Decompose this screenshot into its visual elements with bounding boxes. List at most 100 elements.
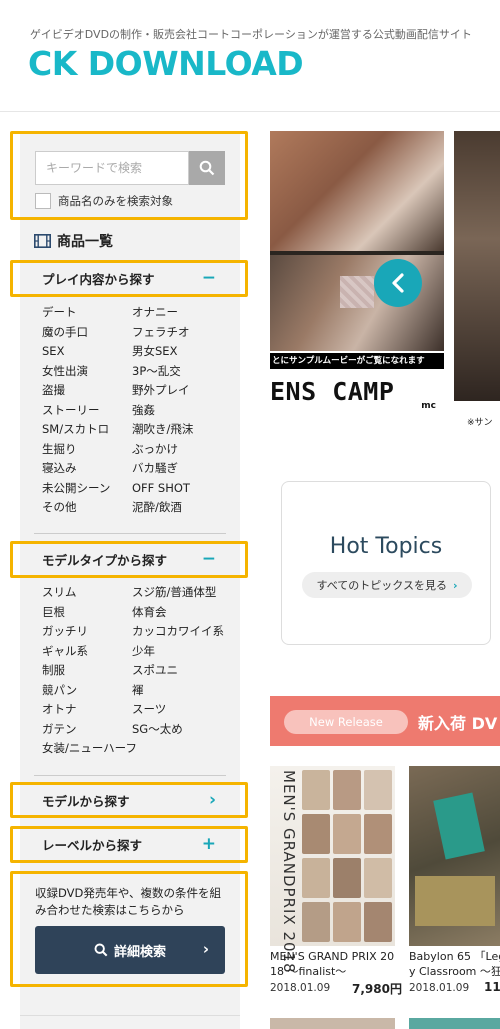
new-release-title: 新入荷 DV (418, 714, 498, 733)
slide-photo (454, 131, 500, 401)
category-link[interactable]: 男女SEX (132, 342, 232, 362)
category-link[interactable]: 未公開シーン (42, 479, 132, 499)
category-link[interactable]: スリム (42, 583, 132, 603)
category-link[interactable]: 体育会 (132, 603, 232, 623)
category-link[interactable]: その他 (42, 498, 132, 518)
slide-strip-text: とにサンプルムービーがご覧になれます (270, 353, 444, 369)
product-cover-2[interactable] (409, 766, 500, 946)
category-link[interactable]: 盗撮 (42, 381, 132, 401)
product-price-1: 7,980円 (352, 982, 402, 996)
category-link[interactable]: 野外プレイ (132, 381, 232, 401)
product-cover-title: MEN'S GRANDPRIX 2018 (280, 770, 298, 974)
category-link[interactable]: ガテン (42, 720, 132, 740)
search-icon (94, 943, 108, 957)
category-link[interactable]: OFF SHOT (132, 479, 232, 499)
model-thumbnail (302, 814, 330, 854)
category-link[interactable]: 寝込み (42, 459, 132, 479)
category-link[interactable]: 泥酔/飲酒 (132, 498, 232, 518)
chevron-right-icon: › (208, 790, 216, 810)
model-thumbnail (364, 814, 392, 854)
name-only-checkbox-label: 商品名のみを検索対象 (58, 194, 173, 208)
model-thumbnail (302, 902, 330, 942)
chevron-right-icon: › (202, 940, 209, 958)
category-link[interactable]: 魔の手口 (42, 323, 132, 343)
category-link[interactable]: スーツ (132, 700, 232, 720)
category-link[interactable]: ギャル系 (42, 642, 132, 662)
category-link[interactable]: オナニー (132, 303, 232, 323)
model-type-section-label: モデルタイプから探す (42, 552, 168, 568)
new-release-badge: New Release (284, 710, 408, 734)
slider-prev-button[interactable] (374, 259, 422, 307)
slider-slide-next[interactable] (454, 131, 500, 431)
play-section-toggle[interactable]: プレイ内容から探す − (20, 264, 240, 292)
section-divider (34, 533, 226, 534)
play-category-list: デート オナニー 魔の手口 フェラチオ SEX 男女SEX 女性出演 3P〜乱交 盗撮 野外プレイ… (42, 303, 232, 518)
category-link[interactable]: ぶっかけ (132, 440, 232, 460)
category-link[interactable]: 女性出演 (42, 362, 132, 382)
category-link[interactable]: バカ騒ぎ (132, 459, 232, 479)
category-link[interactable]: フェラチオ (132, 323, 232, 343)
detail-search-button[interactable]: 詳細検索 › (35, 926, 225, 974)
category-link[interactable]: 3P〜乱交 (132, 362, 232, 382)
category-link[interactable]: SEX (42, 342, 132, 362)
category-link[interactable]: 女装/ニューハーフ (42, 739, 137, 759)
product-name-1[interactable]: MEN'S GRAND PRIX 20 18 〜finalist〜 (270, 949, 394, 979)
name-only-checkbox-row[interactable]: 商品名のみを検索対象 (35, 193, 173, 209)
detail-search-label: 詳細検索 (113, 944, 166, 960)
model-thumbnail (333, 770, 361, 810)
label-section-toggle[interactable]: レーベルから探す + (20, 830, 240, 858)
search-input[interactable]: キーワードで検索 (35, 151, 189, 185)
category-link[interactable]: 制服 (42, 661, 132, 681)
name-only-checkbox[interactable] (35, 193, 51, 209)
category-link[interactable]: 生掘り (42, 440, 132, 460)
model-thumbnail (364, 858, 392, 898)
slide-note-text: ※サン (467, 418, 493, 428)
category-link[interactable]: 巨根 (42, 603, 132, 623)
mc-logo: mc (421, 401, 436, 411)
product-name-2[interactable]: Babylon 65 「Leg y Classroom 〜狂 (409, 949, 500, 979)
model-thumbnail (333, 902, 361, 942)
model-thumbnail (333, 814, 361, 854)
product-date-2: 2018.01.09 (409, 982, 470, 994)
category-link[interactable]: 少年 (132, 642, 232, 662)
collapse-icon: − (201, 268, 216, 288)
category-link[interactable]: SG〜太め (132, 720, 232, 740)
site-header: ゲイビデオDVDの制作・販売会社コートコーポレーションが運営する公式動画配信サイ… (0, 0, 500, 112)
category-link[interactable]: SM/スカトロ (42, 420, 132, 440)
category-link[interactable]: 強姦 (132, 401, 232, 421)
model-section-link[interactable]: モデルから探す › (20, 786, 240, 814)
collapse-icon: − (201, 549, 216, 569)
category-link[interactable]: 褌 (132, 681, 232, 701)
category-link[interactable]: 潮吹き/飛沫 (132, 420, 232, 440)
product-name-line: 18 〜finalist〜 (270, 965, 347, 978)
product-cover-4[interactable] (409, 1018, 500, 1029)
category-link[interactable]: ガッチリ (42, 622, 132, 642)
film-icon (34, 234, 51, 248)
detail-search-description: 収録DVD発売年や、複数の条件を組み合わせた検索はこちらから (35, 886, 222, 917)
model-thumbnail (333, 858, 361, 898)
model-type-section-toggle[interactable]: モデルタイプから探す − (20, 545, 240, 573)
model-thumbnail (364, 902, 392, 942)
category-link[interactable]: スポユニ (132, 661, 232, 681)
slide-photo-top (270, 131, 444, 251)
chevron-right-icon: › (452, 578, 458, 592)
category-link[interactable]: オトナ (42, 700, 132, 720)
mosaic-block (340, 276, 374, 308)
label-section-label: レーベルから探す (42, 837, 143, 853)
product-cover-3[interactable] (270, 1018, 395, 1029)
search-button[interactable] (189, 151, 225, 185)
product-date-1: 2018.01.09 (270, 982, 331, 994)
category-link[interactable]: ストーリー (42, 401, 132, 421)
expand-icon: + (201, 834, 216, 854)
cover-graphic (433, 792, 485, 860)
model-type-category-list: スリム スジ筋/普通体型 巨根 体育会 ガッチリ カッコカワイイ系 ギャル系 少年 制服 スポユニ… (42, 583, 232, 759)
category-link[interactable]: スジ筋/普通体型 (132, 583, 232, 603)
category-link[interactable]: カッコカワイイ系 (132, 622, 232, 642)
category-link[interactable]: デート (42, 303, 132, 323)
all-topics-link[interactable]: すべてのトピックスを見る › (302, 572, 472, 598)
site-logo[interactable]: CK DOWNLOAD (28, 44, 304, 83)
search-box: キーワードで検索 (35, 151, 225, 185)
product-list-title[interactable]: 商品一覧 (34, 231, 113, 251)
category-link[interactable]: 競パン (42, 681, 132, 701)
product-list-label: 商品一覧 (57, 234, 113, 250)
